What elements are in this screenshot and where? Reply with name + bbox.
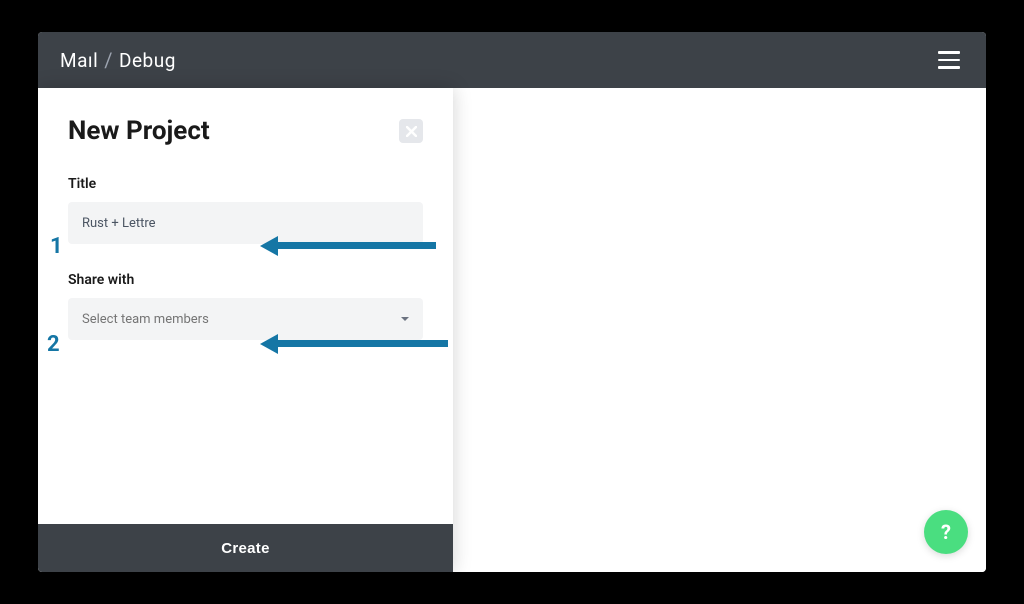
logo-text-part1: Maıl [60, 49, 98, 72]
share-label: Share with [68, 272, 423, 288]
panel-body: New Project Title Share with [38, 88, 453, 524]
app-header: Maıl / Debug [38, 32, 986, 88]
app-logo: Maıl / Debug [60, 48, 176, 72]
title-input[interactable] [68, 202, 423, 244]
logo-slash-icon: / [104, 48, 113, 72]
help-button[interactable]: ? [924, 510, 968, 554]
title-label: Title [68, 176, 423, 192]
new-project-panel: New Project Title Share with [38, 88, 453, 572]
share-select[interactable] [68, 298, 423, 340]
panel-title: New Project [68, 116, 210, 146]
app-window: Maıl / Debug New Project [38, 32, 986, 572]
create-button[interactable]: Create [38, 524, 453, 572]
close-button[interactable] [399, 119, 423, 143]
close-icon [406, 126, 417, 137]
content-area: New Project Title Share with [38, 88, 986, 572]
share-select-wrapper [68, 298, 423, 340]
main-area [453, 88, 986, 572]
share-field-group: Share with [68, 272, 423, 340]
help-icon: ? [941, 520, 951, 544]
logo-text-part2: Debug [119, 49, 176, 72]
panel-header: New Project [68, 116, 423, 146]
hamburger-menu-icon[interactable] [934, 47, 964, 73]
title-field-group: Title [68, 176, 423, 244]
